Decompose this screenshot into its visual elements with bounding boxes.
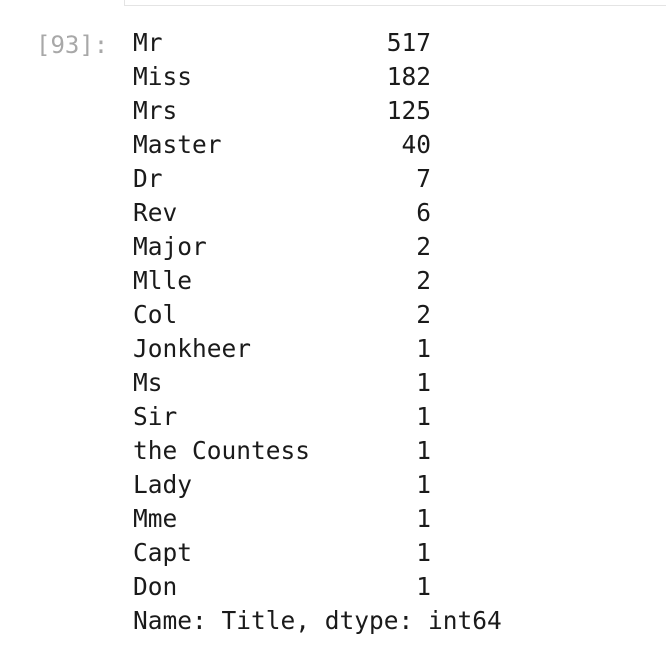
series-row-label: Mlle xyxy=(133,266,193,295)
series-row-label: Capt xyxy=(133,538,193,567)
output-prompt: [93]: xyxy=(36,31,109,59)
series-row-label: Master xyxy=(133,130,222,159)
series-row-label: Dr xyxy=(133,164,163,193)
series-row-label: Mr xyxy=(133,28,163,57)
cell-output: Mr 517 Miss 182 Mrs 125 Master 40 Dr 7 Rev 6 Major 2 M… xyxy=(133,26,553,638)
series-row: Lady 1 xyxy=(133,468,553,502)
previous-cell-border xyxy=(124,0,666,6)
series-row-label: Sir xyxy=(133,402,178,431)
series-row: Major 2 xyxy=(133,230,553,264)
series-row-label: Mme xyxy=(133,504,178,533)
series-rows: Mr 517 Miss 182 Mrs 125 Master 40 Dr 7 Rev 6 Major 2 M… xyxy=(133,26,553,604)
series-row-label: Ms xyxy=(133,368,163,397)
series-row-count: 1 xyxy=(416,334,431,363)
series-row-count: 1 xyxy=(416,504,431,533)
series-row: Capt 1 xyxy=(133,536,553,570)
series-footer: Name: Title, dtype: int64 xyxy=(133,606,502,635)
series-row: Mlle 2 xyxy=(133,264,553,298)
series-row-label: Miss xyxy=(133,62,193,91)
series-row-label: Lady xyxy=(133,470,193,499)
series-row: the Countess 1 xyxy=(133,434,553,468)
series-row: Jonkheer 1 xyxy=(133,332,553,366)
series-row-count: 182 xyxy=(386,62,431,91)
series-row-count: 1 xyxy=(416,436,431,465)
series-row-count: 517 xyxy=(386,28,431,57)
series-row-count: 2 xyxy=(416,232,431,261)
series-row: Mrs 125 xyxy=(133,94,553,128)
series-row: Master 40 xyxy=(133,128,553,162)
series-row: Sir 1 xyxy=(133,400,553,434)
series-row-label: Major xyxy=(133,232,207,261)
series-row-count: 6 xyxy=(416,198,431,227)
series-row-label: Rev xyxy=(133,198,178,227)
series-row-count: 1 xyxy=(416,538,431,567)
series-row: Miss 182 xyxy=(133,60,553,94)
series-row-count: 40 xyxy=(401,130,431,159)
series-row-count: 2 xyxy=(416,266,431,295)
series-row-count: 1 xyxy=(416,572,431,601)
series-row-count: 1 xyxy=(416,470,431,499)
series-row-label: Jonkheer xyxy=(133,334,252,363)
series-row-count: 7 xyxy=(416,164,431,193)
series-row: Mr 517 xyxy=(133,26,553,60)
series-row-label: Col xyxy=(133,300,178,329)
series-row-label: Mrs xyxy=(133,96,178,125)
series-row-count: 1 xyxy=(416,402,431,431)
series-row: Col 2 xyxy=(133,298,553,332)
series-row-count: 1 xyxy=(416,368,431,397)
series-row: Don 1 xyxy=(133,570,553,604)
series-row: Rev 6 xyxy=(133,196,553,230)
series-row-count: 125 xyxy=(386,96,431,125)
series-row: Ms 1 xyxy=(133,366,553,400)
series-row-label: Don xyxy=(133,572,178,601)
series-row-label: the Countess xyxy=(133,436,311,465)
series-row: Mme 1 xyxy=(133,502,553,536)
series-row: Dr 7 xyxy=(133,162,553,196)
series-row-count: 2 xyxy=(416,300,431,329)
